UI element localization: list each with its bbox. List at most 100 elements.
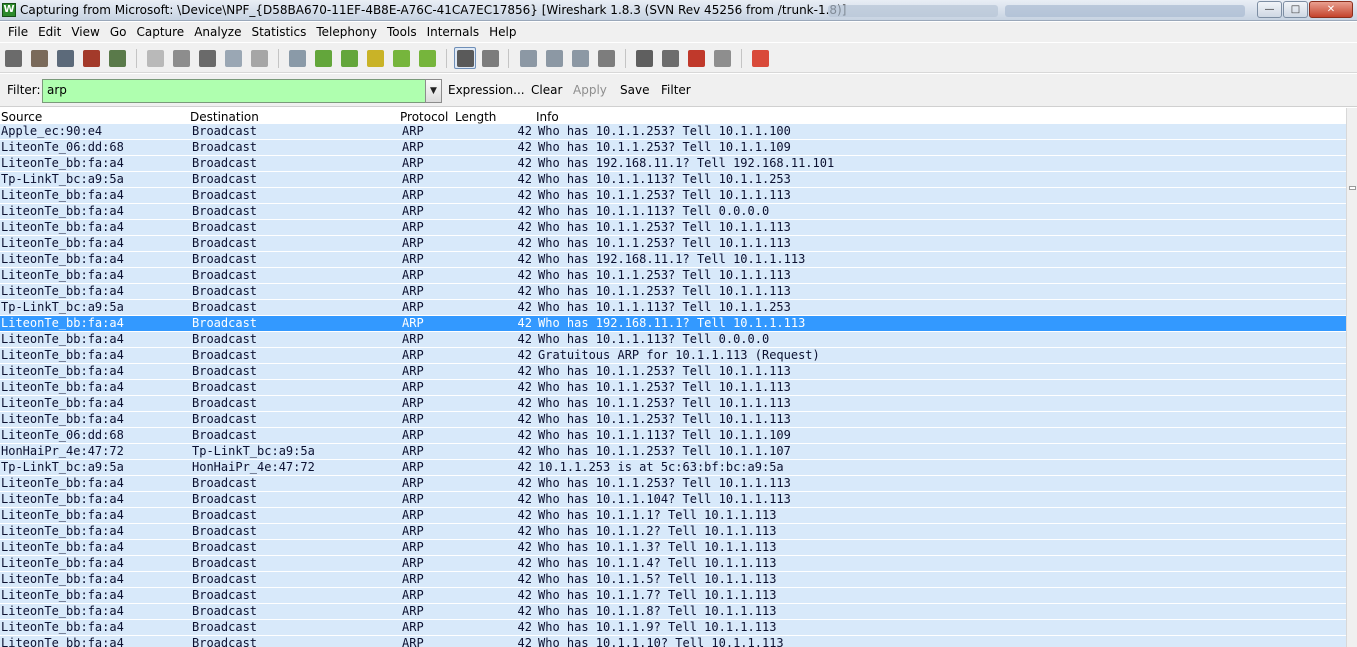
table-row[interactable]: LiteonTe_bb:fa:a4 Broadcast ARP 42 Who has 1…	[0, 396, 1346, 412]
resize-columns-icon[interactable]	[598, 50, 615, 67]
menu-capture[interactable]: Capture	[131, 25, 189, 39]
column-header-info[interactable]: Info	[536, 110, 559, 124]
cell-source: LiteonTe_bb:fa:a4	[1, 236, 124, 250]
table-row[interactable]: LiteonTe_bb:fa:a4 Broadcast ARP 42 Who has 1…	[0, 636, 1346, 647]
table-row[interactable]: LiteonTe_bb:fa:a4 Broadcast ARP 42 Who has 1…	[0, 572, 1346, 588]
table-row[interactable]: LiteonTe_bb:fa:a4 Broadcast ARP 42 Gratuitou…	[0, 348, 1346, 364]
table-row[interactable]: LiteonTe_bb:fa:a4 Broadcast ARP 42 Who has 1…	[0, 156, 1346, 172]
close-file-icon[interactable]	[199, 50, 216, 67]
cell-protocol: ARP	[402, 572, 424, 586]
table-row[interactable]: LiteonTe_bb:fa:a4 Broadcast ARP 42 Who has 1…	[0, 220, 1346, 236]
table-row[interactable]: LiteonTe_06:dd:68 Broadcast ARP 42 Who has 1…	[0, 428, 1346, 444]
column-header-length[interactable]: Length	[455, 110, 496, 124]
menu-analyze[interactable]: Analyze	[189, 25, 246, 39]
go-forward-icon[interactable]	[341, 50, 358, 67]
table-row[interactable]: LiteonTe_bb:fa:a4 Broadcast ARP 42 Who has 1…	[0, 556, 1346, 572]
find-packet-icon[interactable]	[289, 50, 306, 67]
table-row[interactable]: LiteonTe_bb:fa:a4 Broadcast ARP 42 Who has 1…	[0, 492, 1346, 508]
display-filter-input[interactable]: arp	[42, 79, 426, 103]
coloring-rules-icon[interactable]	[688, 50, 705, 67]
expression-button[interactable]: Expression...	[448, 83, 525, 97]
table-row[interactable]: LiteonTe_06:dd:68 Broadcast ARP 42 Who has 1…	[0, 140, 1346, 156]
menu-tools[interactable]: Tools	[382, 25, 422, 39]
reload-icon[interactable]	[225, 50, 242, 67]
capture-options-icon[interactable]	[31, 50, 48, 67]
column-header-source[interactable]: Source	[1, 110, 42, 124]
cell-destination: Broadcast	[192, 476, 258, 490]
menu-edit[interactable]: Edit	[33, 25, 66, 39]
table-row[interactable]: LiteonTe_bb:fa:a4 Broadcast ARP 42 Who has 1…	[0, 620, 1346, 636]
menu-statistics[interactable]: Statistics	[246, 25, 311, 39]
stop-capture-icon[interactable]	[83, 50, 100, 67]
display-filters-icon[interactable]	[662, 50, 679, 67]
table-row[interactable]: LiteonTe_bb:fa:a4 Broadcast ARP 42 Who has 1…	[0, 332, 1346, 348]
help-icon[interactable]	[752, 50, 769, 67]
table-row[interactable]: Tp-LinkT_bc:a9:5a HonHaiPr_4e:47:72 ARP 42 1…	[0, 460, 1346, 476]
cell-destination: Broadcast	[192, 204, 258, 218]
column-header-protocol[interactable]: Protocol	[400, 110, 448, 124]
table-row[interactable]: LiteonTe_bb:fa:a4 Broadcast ARP 42 Who has 1…	[0, 188, 1346, 204]
table-row[interactable]: LiteonTe_bb:fa:a4 Broadcast ARP 42 Who has 1…	[0, 268, 1346, 284]
table-row-selected[interactable]: LiteonTe_bb:fa:a4 Broadcast ARP 42 Who has 1…	[0, 316, 1346, 332]
table-row[interactable]: Apple_ec:90:e4 Broadcast ARP 42 Who has 10.1…	[0, 124, 1346, 140]
cell-length: 42	[517, 300, 532, 314]
filter-label: Filter:	[7, 83, 41, 97]
print-icon[interactable]	[251, 50, 268, 67]
table-row[interactable]: LiteonTe_bb:fa:a4 Broadcast ARP 42 Who has 1…	[0, 236, 1346, 252]
table-row[interactable]: LiteonTe_bb:fa:a4 Broadcast ARP 42 Who has 1…	[0, 540, 1346, 556]
cell-length: 42	[517, 268, 532, 282]
menu-telephony[interactable]: Telephony	[311, 25, 382, 39]
menu-go[interactable]: Go	[105, 25, 132, 39]
open-file-icon[interactable]	[147, 50, 164, 67]
table-row[interactable]: LiteonTe_bb:fa:a4 Broadcast ARP 42 Who has 1…	[0, 380, 1346, 396]
save-file-icon[interactable]	[173, 50, 190, 67]
column-header-destination[interactable]: Destination	[190, 110, 259, 124]
interfaces-icon[interactable]	[5, 50, 22, 67]
save-button[interactable]: Save	[620, 83, 649, 97]
table-row[interactable]: LiteonTe_bb:fa:a4 Broadcast ARP 42 Who has 1…	[0, 204, 1346, 220]
table-row[interactable]: LiteonTe_bb:fa:a4 Broadcast ARP 42 Who has 1…	[0, 604, 1346, 620]
cell-info: Who has 10.1.1.104? Tell 10.1.1.113	[538, 492, 791, 506]
table-row[interactable]: LiteonTe_bb:fa:a4 Broadcast ARP 42 Who has 1…	[0, 588, 1346, 604]
chevron-down-icon[interactable]: ▼	[425, 79, 442, 103]
close-icon[interactable]: ✕	[1309, 1, 1353, 18]
menu-view[interactable]: View	[66, 25, 104, 39]
table-row[interactable]: LiteonTe_bb:fa:a4 Broadcast ARP 42 Who has 1…	[0, 364, 1346, 380]
zoom-out-icon[interactable]	[546, 50, 563, 67]
table-row[interactable]: HonHaiPr_4e:47:72 Tp-LinkT_bc:a9:5a ARP 42 W…	[0, 444, 1346, 460]
restart-capture-icon[interactable]	[109, 50, 126, 67]
menu-file[interactable]: File	[3, 25, 33, 39]
title-bar[interactable]: W Capturing from Microsoft: \Device\NPF_…	[0, 0, 1357, 21]
table-row[interactable]: Tp-LinkT_bc:a9:5a Broadcast ARP 42 Who has 1…	[0, 172, 1346, 188]
start-capture-icon[interactable]	[57, 50, 74, 67]
first-packet-icon[interactable]	[393, 50, 410, 67]
table-row[interactable]: LiteonTe_bb:fa:a4 Broadcast ARP 42 Who has 1…	[0, 412, 1346, 428]
minimize-icon[interactable]: —	[1257, 1, 1282, 18]
scroll-thumb[interactable]	[1349, 186, 1356, 190]
auto-scroll-icon[interactable]	[482, 50, 499, 67]
preferences-icon[interactable]	[714, 50, 731, 67]
colorize-icon[interactable]	[457, 50, 474, 67]
normal-size-icon[interactable]	[572, 50, 589, 67]
go-to-packet-icon[interactable]	[367, 50, 384, 67]
capture-filters-icon[interactable]	[636, 50, 653, 67]
last-packet-icon[interactable]	[419, 50, 436, 67]
filter-button[interactable]: Filter	[661, 83, 691, 97]
menu-internals[interactable]: Internals	[422, 25, 485, 39]
clear-button[interactable]: Clear	[531, 83, 562, 97]
table-row[interactable]: LiteonTe_bb:fa:a4 Broadcast ARP 42 Who has 1…	[0, 284, 1346, 300]
go-back-icon[interactable]	[315, 50, 332, 67]
zoom-in-icon[interactable]	[520, 50, 537, 67]
cell-length: 42	[517, 412, 532, 426]
menu-help[interactable]: Help	[484, 25, 521, 39]
table-row[interactable]: LiteonTe_bb:fa:a4 Broadcast ARP 42 Who has 1…	[0, 508, 1346, 524]
table-row[interactable]: LiteonTe_bb:fa:a4 Broadcast ARP 42 Who has 1…	[0, 252, 1346, 268]
table-row[interactable]: Tp-LinkT_bc:a9:5a Broadcast ARP 42 Who has 1…	[0, 300, 1346, 316]
table-row[interactable]: LiteonTe_bb:fa:a4 Broadcast ARP 42 Who has 1…	[0, 524, 1346, 540]
cell-info: Who has 10.1.1.2? Tell 10.1.1.113	[538, 524, 777, 538]
cell-protocol: ARP	[402, 316, 424, 330]
maximize-icon[interactable]: □	[1283, 1, 1308, 18]
apply-button[interactable]: Apply	[573, 83, 607, 97]
vertical-scrollbar[interactable]	[1346, 108, 1357, 647]
table-row[interactable]: LiteonTe_bb:fa:a4 Broadcast ARP 42 Who has 1…	[0, 476, 1346, 492]
